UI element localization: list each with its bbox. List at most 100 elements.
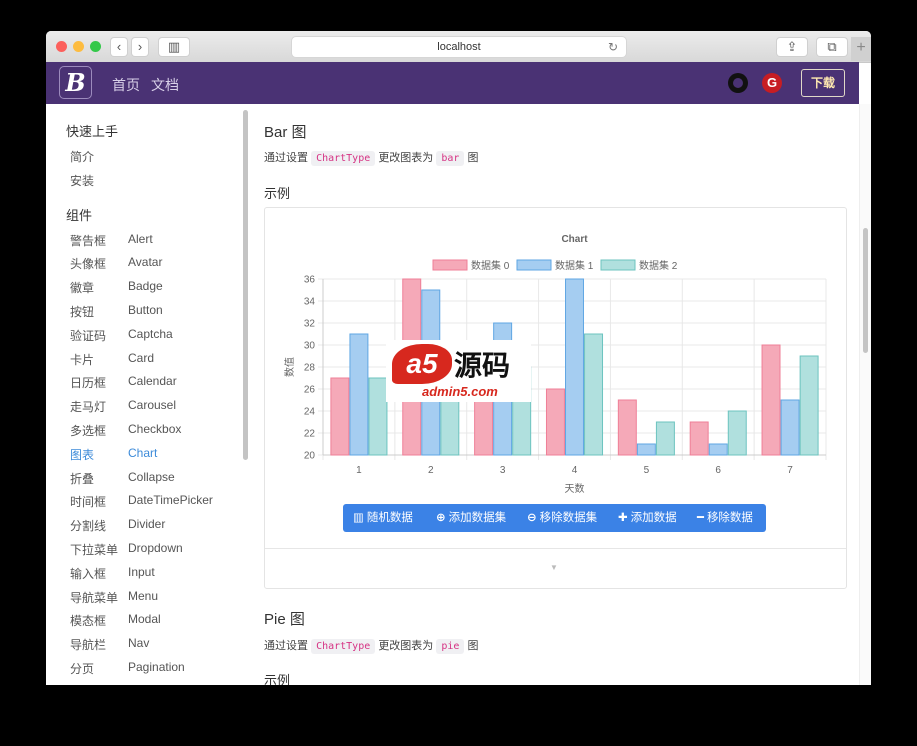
sidebar-item-en-label: Button — [128, 303, 163, 317]
sidebar-item-label: 时间框 — [70, 495, 107, 510]
share-icon[interactable]: ⇪ — [777, 38, 807, 56]
sidebar-item-en-label: Modal — [128, 612, 161, 627]
desc-text: 图 — [467, 152, 479, 164]
minus-circle-button[interactable]: ⊖ 移除数据集 — [527, 504, 597, 532]
desc-text: 更改图表为 — [378, 640, 434, 652]
tabs-icon[interactable]: ⧉ — [817, 38, 847, 56]
sidebar-item-label: 折叠 — [70, 471, 95, 486]
sidebar-item-datetimepicker[interactable]: 时间框 DateTimePicker — [70, 493, 213, 510]
sidebar-item-label: 卡片 — [70, 352, 95, 367]
sidebar: 快速上手 简介 安装 组件 警告框 Alert 头像框 Avatar 徽章 Badge 按钮 Butt… — [46, 104, 240, 685]
code-pie: pie — [436, 639, 465, 654]
bootstrap-blazor-logo[interactable]: B — [59, 66, 92, 99]
plus-button[interactable]: ✚ 添加数据 — [618, 504, 677, 532]
sidebar-item-pagination[interactable]: 分页 Pagination — [70, 660, 185, 677]
sidebar-item-en-label: Divider — [128, 517, 166, 532]
sidebar-item-captcha[interactable]: 验证码 Captcha — [70, 327, 173, 344]
sidebar-item-item-1[interactable]: 安装 — [70, 172, 94, 189]
example-label: 示例 — [264, 186, 291, 201]
sidebar-item-dropdown[interactable]: 下拉菜单 Dropdown — [70, 541, 183, 558]
sidebar-item-nav[interactable]: 导航栏 Nav — [70, 636, 149, 653]
plus-circle-button[interactable]: ⊕ 添加数据集 — [436, 504, 506, 532]
sidebar-item-en-label: Captcha — [128, 326, 173, 341]
sidebar-item-item-0[interactable]: 简介 — [70, 148, 94, 165]
bar-数据集-2-5 — [655, 421, 675, 456]
sidebar-item-en-label: DateTimePicker — [128, 493, 213, 508]
minus-button[interactable]: ━ 移除数据 — [697, 504, 753, 532]
chart-title: Chart — [561, 234, 588, 245]
x-tick-label: 3 — [500, 465, 506, 476]
sidebar-item-label: 警告框 — [70, 233, 107, 248]
sidebar-item-avatar[interactable]: 头像框 Avatar — [70, 255, 162, 272]
gitee-icon[interactable]: G — [762, 73, 782, 93]
bar-数据集-1-4 — [565, 278, 584, 456]
x-tick-label: 1 — [356, 465, 362, 476]
button-label: 随机数据 — [366, 512, 413, 524]
x-tick-label: 5 — [644, 465, 650, 476]
sidebar-item-alert[interactable]: 警告框 Alert — [70, 232, 153, 249]
plus-circle-icon: ⊕ — [436, 512, 446, 524]
sidebar-item-label: 下拉菜单 — [70, 543, 119, 557]
sidebar-item-input[interactable]: 输入框 Input — [70, 565, 155, 582]
chart-button-group: ▥ 随机数据 ⊕ 添加数据集 ⊖ 移除数据集 ✚ 添加数据 ━ 移除数据 — [343, 504, 766, 532]
sidebar-item-chart[interactable]: 图表 Chart — [70, 446, 157, 463]
sidebar-item-calendar[interactable]: 日历框 Calendar — [70, 374, 177, 391]
sidebar-item-en-label: Avatar — [128, 255, 163, 270]
bar-数据集-2-7 — [799, 355, 819, 456]
sidebar-item-en-label: Badge — [128, 279, 163, 294]
bar-数据集-2-4 — [584, 333, 604, 456]
github-icon[interactable] — [728, 73, 748, 93]
bar-数据集-2-1 — [368, 377, 388, 456]
new-tab-icon[interactable]: + — [851, 37, 871, 61]
sidebar-item-label: 日历框 — [70, 376, 107, 391]
button-label: 移除数据集 — [539, 512, 598, 524]
sidebar-scrollbar[interactable] — [243, 110, 248, 460]
bar-chart-button[interactable]: ▥ 随机数据 — [353, 504, 413, 532]
close-window-button[interactable] — [56, 41, 67, 52]
sidebar-toggle-icon[interactable]: ▥ — [159, 38, 189, 56]
y-tick-label: 30 — [304, 341, 316, 352]
sidebar-item-modal[interactable]: 模态框 Modal — [70, 612, 161, 629]
sidebar-item-divider[interactable]: 分割线 Divider — [70, 517, 165, 534]
sidebar-item-carousel[interactable]: 走马灯 Carousel — [70, 398, 176, 415]
page-scrollbar[interactable] — [863, 228, 868, 353]
minus-circle-icon: ⊖ — [527, 512, 537, 524]
chart-demo-card: Chart 数据集 0 数据集 1 数据集 2 20 22 24 26 28 30 32 34 36 1 2… — [264, 207, 847, 589]
sidebar-item-en-label: Menu — [128, 588, 159, 603]
download-button[interactable]: 下载 — [801, 69, 845, 97]
bar-数据集-1-7 — [780, 399, 800, 456]
sidebar-item-badge[interactable]: 徽章 Badge — [70, 279, 163, 296]
sidebar-item-label: 多选框 — [70, 424, 107, 438]
zoom-window-button[interactable] — [90, 41, 101, 52]
legend-swatch — [432, 259, 468, 271]
y-tick-label: 32 — [304, 319, 316, 330]
minimize-window-button[interactable] — [73, 41, 84, 52]
nav-home[interactable]: 首页 — [112, 75, 140, 95]
back-icon[interactable]: ‹ — [111, 38, 127, 56]
y-tick-label: 24 — [304, 407, 316, 418]
sidebar-item-checkbox[interactable]: 多选框 Checkbox — [70, 422, 181, 439]
watermark-logo: a5 — [392, 344, 452, 384]
desc-text: 通过设置 — [264, 640, 308, 652]
sidebar-heading: 组件 — [66, 207, 93, 223]
legend-label: 数据集 2 — [639, 259, 678, 272]
minus-icon: ━ — [697, 512, 704, 524]
x-tick-label: 7 — [787, 465, 793, 476]
y-tick-label: 22 — [304, 429, 316, 440]
forward-icon[interactable]: › — [132, 38, 148, 56]
sidebar-item-collapse[interactable]: 折叠 Collapse — [70, 470, 175, 487]
sidebar-item-menu[interactable]: 导航菜单 Menu — [70, 589, 158, 606]
page-scroll-track[interactable] — [859, 104, 871, 685]
sidebar-item-button[interactable]: 按钮 Button — [70, 303, 163, 320]
sidebar-item-card[interactable]: 卡片 Card — [70, 351, 154, 368]
nav-docs[interactable]: 文档 — [151, 75, 179, 95]
y-tick-label: 34 — [304, 297, 316, 308]
reload-icon[interactable]: ↻ — [608, 37, 618, 57]
pie-section-title: Pie 图 — [264, 611, 305, 628]
expand-code-caret-icon[interactable]: ▼ — [550, 563, 558, 572]
address-bar[interactable]: localhost ↻ — [292, 37, 626, 57]
bar-数据集-0-6 — [689, 421, 709, 456]
y-tick-label: 36 — [304, 275, 316, 286]
bar-section-description: 通过设置 ChartType 更改图表为 bar 图 — [264, 149, 479, 166]
legend-label: 数据集 0 — [471, 259, 510, 272]
